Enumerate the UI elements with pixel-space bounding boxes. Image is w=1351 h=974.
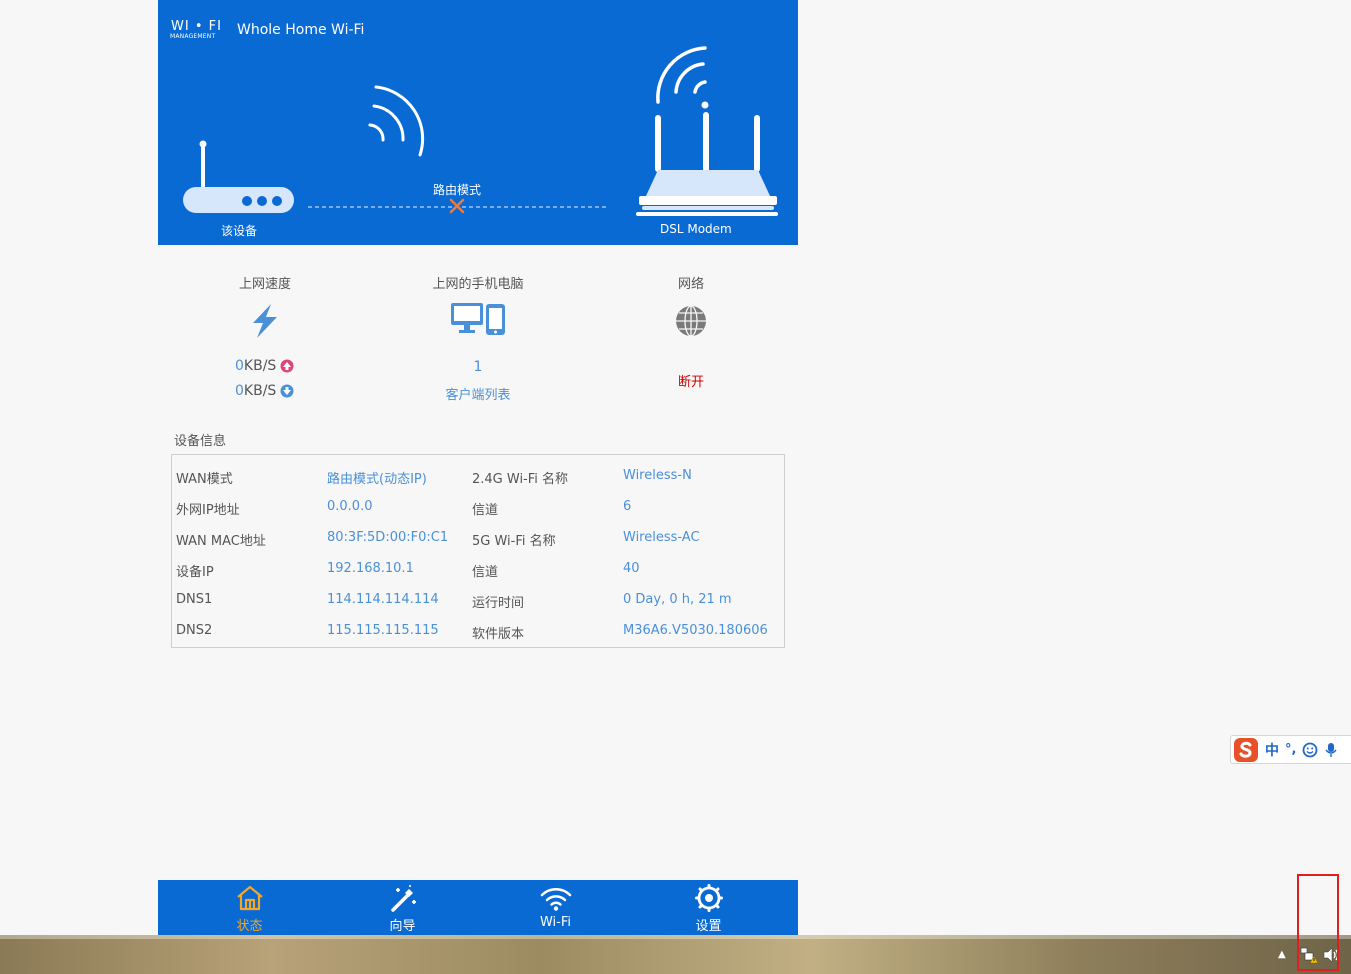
nav-tab-wifi[interactable]: Wi-Fi xyxy=(479,880,632,935)
logo-sub-text: MANAGEMENT xyxy=(170,33,216,40)
nav-tab-status[interactable]: 状态 xyxy=(173,880,326,935)
info-key: 设备IP xyxy=(176,565,214,580)
info-key: WAN MAC地址 xyxy=(176,534,266,549)
ime-language-toggle[interactable]: 中 xyxy=(1265,740,1279,760)
device-label: 该设备 xyxy=(221,224,258,238)
globe-icon xyxy=(676,305,706,337)
download-speed: 0 KB/S xyxy=(235,383,294,399)
clients-title: 上网的手机电脑 xyxy=(432,277,524,292)
table-row: WAN模式 路由模式(动态IP) 2.4G Wi-Fi 名称 Wireless-… xyxy=(172,459,784,490)
client-list-link[interactable]: 客户端列表 xyxy=(445,384,510,403)
modem-icon xyxy=(656,46,707,104)
info-value: 0.0.0.0 xyxy=(327,499,373,514)
info-key: 信道 xyxy=(472,503,499,518)
router-icon xyxy=(201,85,425,188)
info-value: 114.114.114.114 xyxy=(327,592,439,607)
info-value: 40 xyxy=(623,561,640,576)
lightning-icon xyxy=(253,304,277,338)
devices-icon xyxy=(451,303,505,335)
upload-speed-value: 0 xyxy=(235,358,244,374)
microphone-icon[interactable] xyxy=(1324,742,1338,758)
info-key: 信道 xyxy=(472,565,499,580)
table-row: WAN MAC地址 80:3F:5D:00:F0:C1 5G Wi-Fi 名称 … xyxy=(172,521,784,552)
upload-speed-unit: KB/S xyxy=(243,358,277,374)
brand-title: Whole Home Wi-Fi xyxy=(237,22,365,38)
info-value: 115.115.115.115 xyxy=(327,623,439,638)
topology-header: WI • FI MANAGEMENT Whole Home Wi-Fi 该设备 … xyxy=(158,0,798,245)
nav-label-wifi: Wi-Fi xyxy=(539,915,571,930)
wand-icon xyxy=(390,885,416,912)
client-count: 1 xyxy=(473,359,483,375)
table-row: DNS1 114.114.114.114 运行时间 0 Day, 0 h, 21… xyxy=(172,583,784,614)
info-key: DNS2 xyxy=(176,623,213,638)
brand-logo: WI • FI MANAGEMENT Whole Home Wi-Fi xyxy=(170,19,364,41)
ime-toolbar[interactable]: 中 °, xyxy=(1230,735,1351,764)
device-info-title: 设备信息 xyxy=(174,434,227,449)
table-row: DNS2 115.115.115.115 软件版本 M36A6.V5030.18… xyxy=(172,614,784,645)
speed-title: 上网速度 xyxy=(238,277,292,292)
nav-tab-wizard[interactable]: 向导 xyxy=(326,880,479,935)
upload-speed: 0 KB/S xyxy=(235,358,294,374)
download-speed-value: 0 xyxy=(235,383,244,399)
wifi-icon xyxy=(540,888,571,911)
device-info-table: WAN模式 路由模式(动态IP) 2.4G Wi-Fi 名称 Wireless-… xyxy=(171,454,785,648)
nav-label-wizard: 向导 xyxy=(389,919,416,934)
info-key: WAN模式 xyxy=(176,472,233,487)
ime-punctuation-toggle[interactable]: °, xyxy=(1285,742,1296,757)
info-value: 192.168.10.1 xyxy=(327,561,414,576)
network-status: 断开 xyxy=(677,375,705,390)
info-key: 5G Wi-Fi 名称 xyxy=(472,534,556,549)
info-value: 0 Day, 0 h, 21 m xyxy=(623,592,732,607)
info-key: 运行时间 xyxy=(472,596,525,611)
gear-icon xyxy=(694,884,723,912)
router-admin-app: WI • FI MANAGEMENT Whole Home Wi-Fi 该设备 … xyxy=(158,0,798,935)
download-speed-unit: KB/S xyxy=(243,383,277,399)
table-row: 设备IP 192.168.10.1 信道 40 xyxy=(172,552,784,583)
nav-label-settings: 设置 xyxy=(695,919,722,934)
logo-top-text: WI • FI xyxy=(171,19,222,34)
modem-label: DSL Modem xyxy=(660,222,732,236)
wifi-management-logo: WI • FI MANAGEMENT xyxy=(170,19,234,41)
nav-label-status: 状态 xyxy=(236,919,263,934)
disconnected-x-icon xyxy=(449,198,465,214)
table-row: 外网IP地址 0.0.0.0 信道 6 xyxy=(172,490,784,521)
info-value: 路由模式(动态IP) xyxy=(327,472,427,487)
info-value: Wireless-N xyxy=(623,468,692,483)
download-arrow-icon xyxy=(280,384,294,398)
emoji-icon[interactable] xyxy=(1302,742,1318,758)
mode-label: 路由模式 xyxy=(433,183,482,197)
bottom-nav: 状态 向导 Wi-Fi 设置 xyxy=(158,880,798,935)
sogou-logo-icon xyxy=(1234,737,1258,762)
info-value: 6 xyxy=(623,499,632,514)
windows-taskbar: ▲ xyxy=(0,935,1351,974)
home-icon xyxy=(236,885,263,911)
info-key: DNS1 xyxy=(176,592,213,607)
info-value: 80:3F:5D:00:F0:C1 xyxy=(327,530,449,545)
show-hidden-icons-arrow[interactable]: ▲ xyxy=(1278,949,1286,960)
upload-arrow-icon xyxy=(280,359,294,373)
info-value: Wireless-AC xyxy=(623,530,700,545)
network-title: 网络 xyxy=(677,277,705,292)
highlight-annotation-box xyxy=(1297,874,1339,971)
info-key: 外网IP地址 xyxy=(176,503,240,518)
info-value: M36A6.V5030.180606 xyxy=(623,623,768,638)
info-key: 2.4G Wi-Fi 名称 xyxy=(472,472,569,487)
info-key: 软件版本 xyxy=(472,627,525,642)
nav-tab-settings[interactable]: 设置 xyxy=(632,880,785,935)
